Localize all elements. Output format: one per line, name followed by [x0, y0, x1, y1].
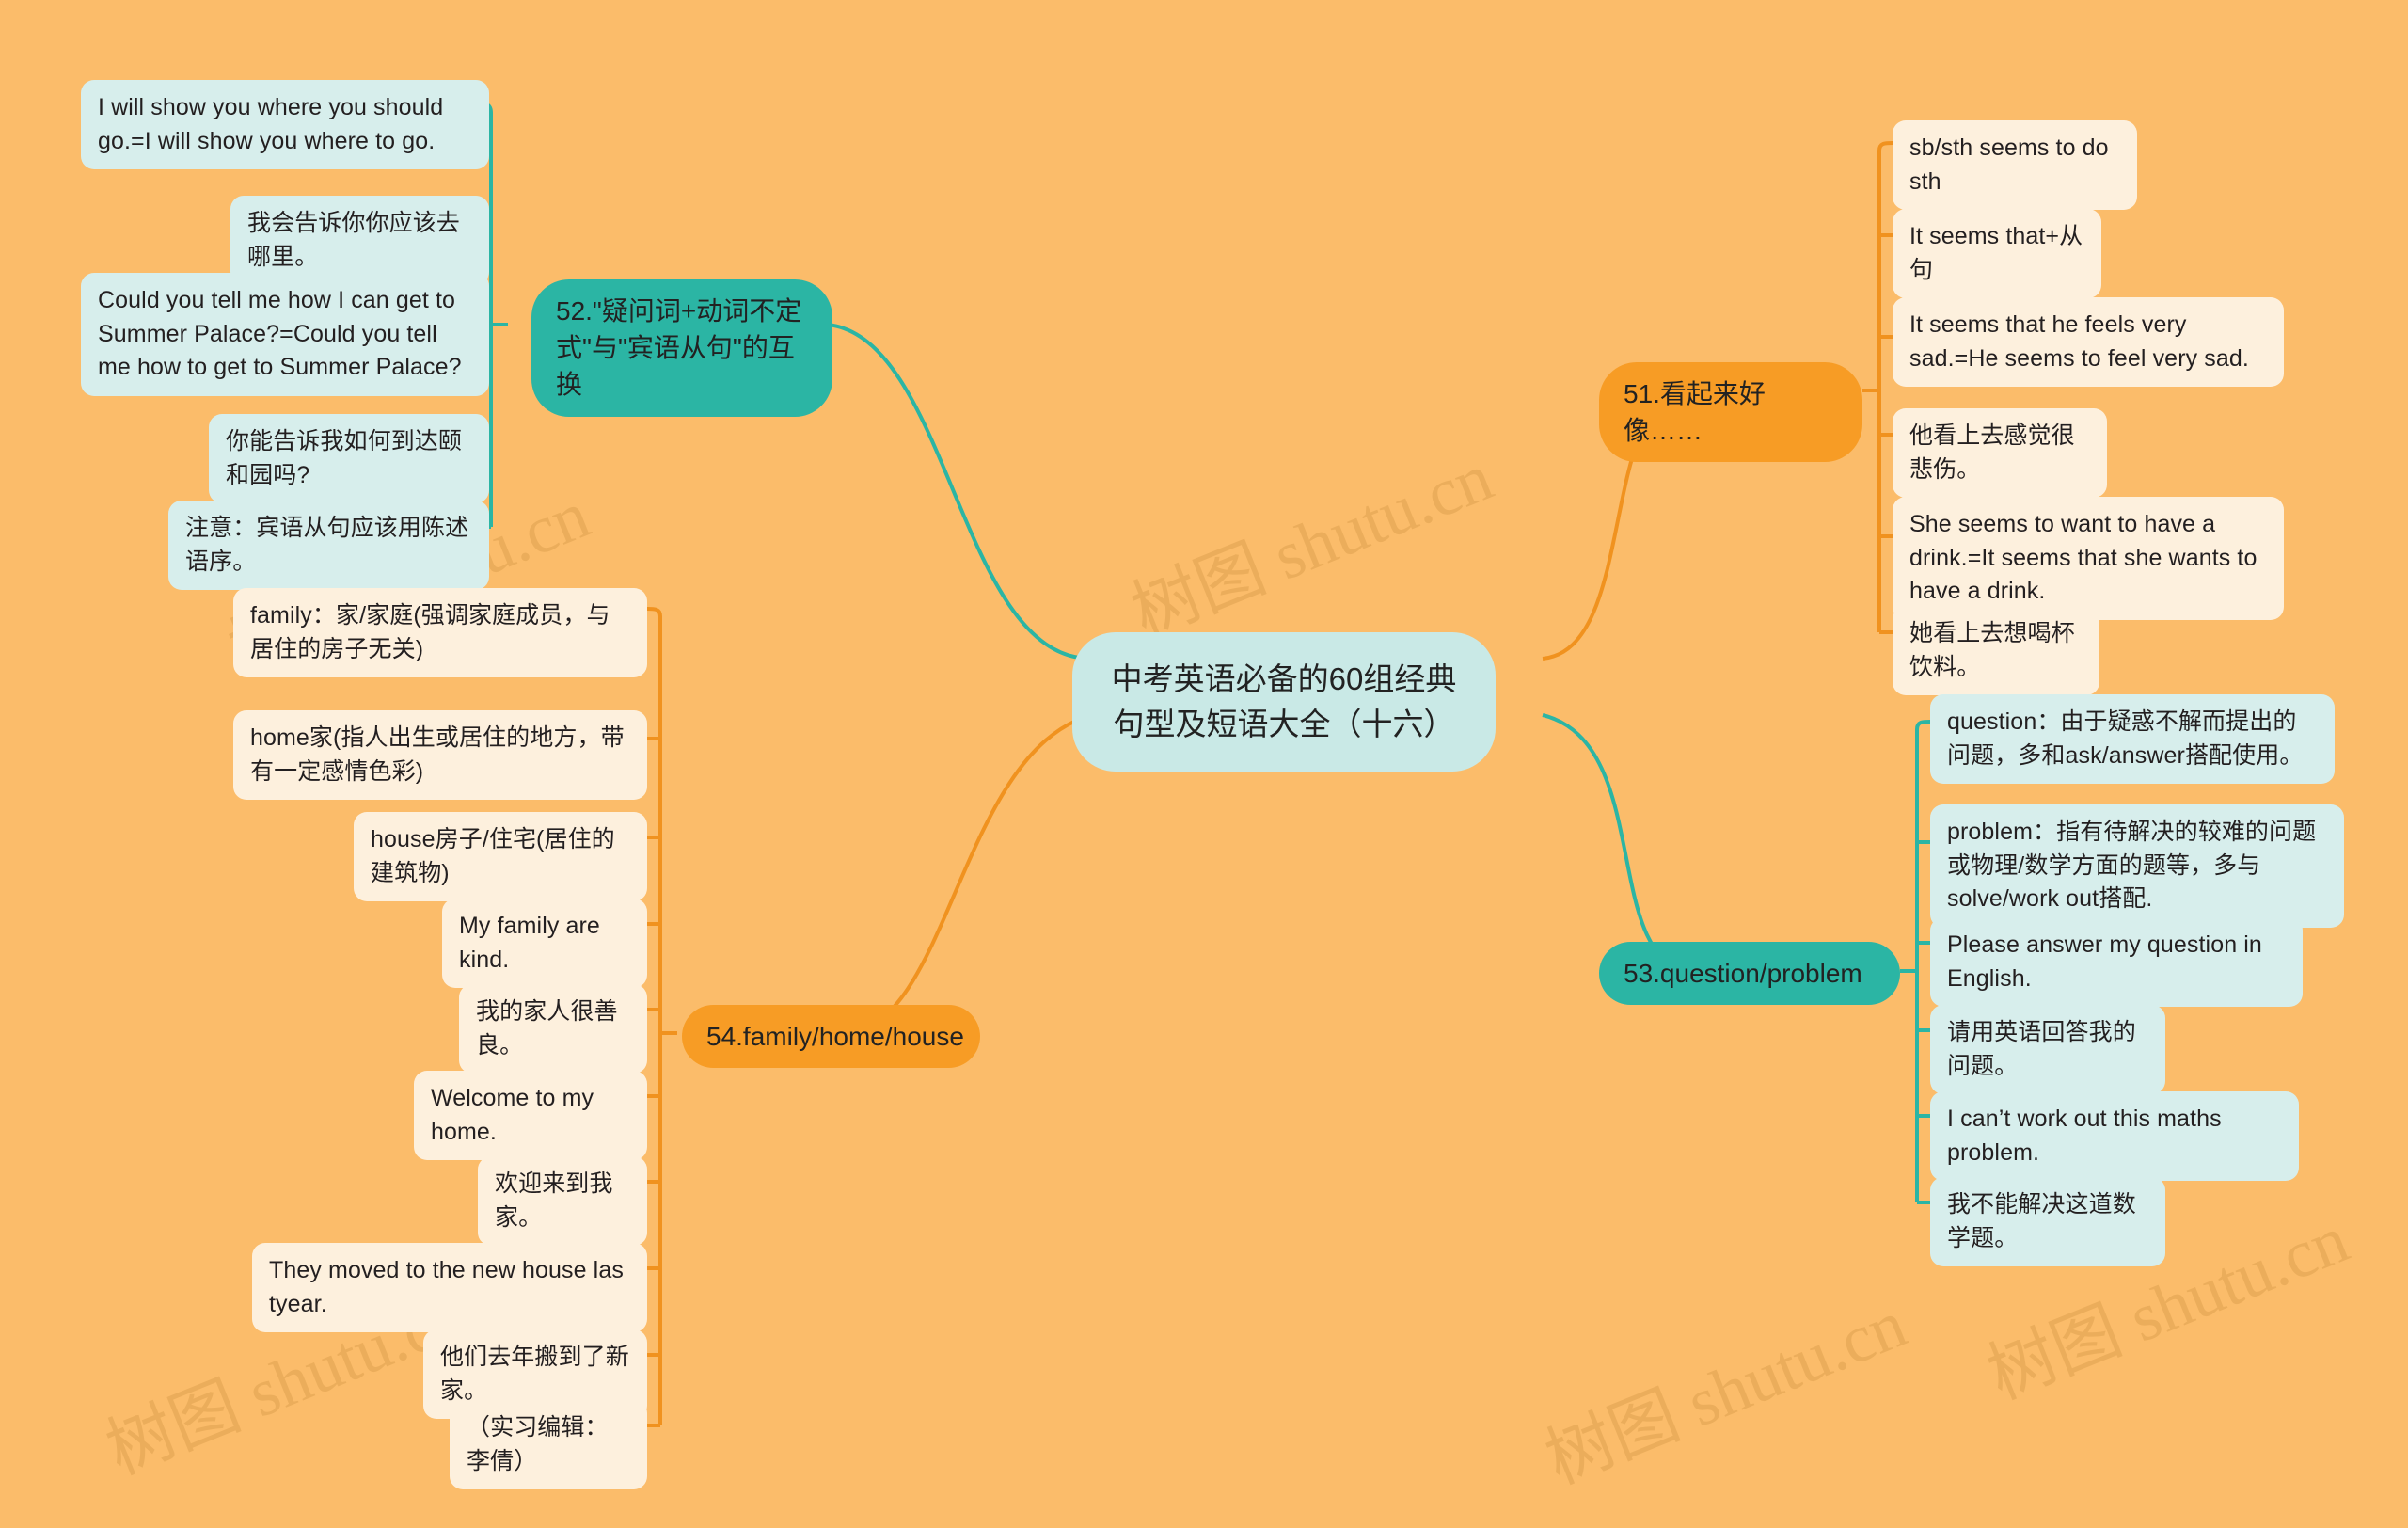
leaf-node[interactable]: Could you tell me how I can get to Summe…	[81, 273, 489, 396]
leaf-node[interactable]: 你能告诉我如何到达颐和园吗?	[209, 414, 489, 503]
leaf-node[interactable]: It seems that he feels very sad.=He seem…	[1893, 297, 2284, 387]
leaf-node[interactable]: 我不能解决这道数学题。	[1930, 1177, 2165, 1266]
leaf-node[interactable]: I can’t work out this maths problem.	[1930, 1091, 2299, 1181]
leaf-node[interactable]: problem：指有待解决的较难的问题或物理/数学方面的题等，多与solve/w…	[1930, 804, 2344, 928]
leaf-node[interactable]: 他看上去感觉很悲伤。	[1893, 408, 2107, 498]
leaf-node[interactable]: family：家/家庭(强调家庭成员，与居住的房子无关)	[233, 588, 647, 677]
leaf-node[interactable]: It seems that+从句	[1893, 209, 2101, 298]
leaf-node[interactable]: question：由于疑惑不解而提出的问题，多和ask/answer搭配使用。	[1930, 694, 2335, 784]
branch-node-52[interactable]: 52."疑问词+动词不定式"与"宾语从句"的互换	[531, 279, 832, 417]
watermark: 树图 shutu.cn	[1535, 1285, 1917, 1499]
leaf-node[interactable]: Welcome to my home.	[414, 1071, 647, 1160]
leaf-node[interactable]: 注意：宾语从句应该用陈述语序。	[168, 501, 489, 590]
leaf-node[interactable]: sb/sth seems to do sth	[1893, 120, 2137, 210]
leaf-node[interactable]: 她看上去想喝杯饮料。	[1893, 606, 2099, 695]
leaf-node[interactable]: I will show you where you should go.=I w…	[81, 80, 489, 169]
leaf-node[interactable]: 请用英语回答我的问题。	[1930, 1005, 2165, 1094]
mindmap-canvas: 树图 shutu.cn 树图 shutu.cn 树图 shutu.cn 树图 s…	[0, 0, 2408, 1528]
leaf-node[interactable]: Please answer my question in English.	[1930, 917, 2303, 1007]
branch-node-51[interactable]: 51.看起来好像……	[1599, 362, 1862, 463]
leaf-node[interactable]: 欢迎来到我家。	[478, 1156, 647, 1246]
branch-node-53[interactable]: 53.question/problem	[1599, 942, 1900, 1006]
watermark: 树图 shutu.cn	[1121, 438, 1503, 652]
leaf-node[interactable]: They moved to the new house las tyear.	[252, 1243, 647, 1332]
leaf-node[interactable]: house房子/住宅(居住的建筑物)	[354, 812, 647, 901]
leaf-node[interactable]: She seems to want to have a drink.=It se…	[1893, 497, 2284, 620]
leaf-node[interactable]: home家(指人出生或居住的地方，带有一定感情色彩)	[233, 710, 647, 800]
branch-node-54[interactable]: 54.family/home/house	[682, 1005, 980, 1069]
root-node[interactable]: 中考英语必备的60组经典句型及短语大全（十六）	[1072, 632, 1496, 772]
leaf-node[interactable]: My family are kind.	[442, 899, 647, 988]
leaf-node[interactable]: 我会告诉你你应该去哪里。	[230, 196, 489, 285]
leaf-node[interactable]: （实习编辑：李倩）	[450, 1400, 647, 1489]
leaf-node[interactable]: 我的家人很善良。	[459, 984, 647, 1074]
